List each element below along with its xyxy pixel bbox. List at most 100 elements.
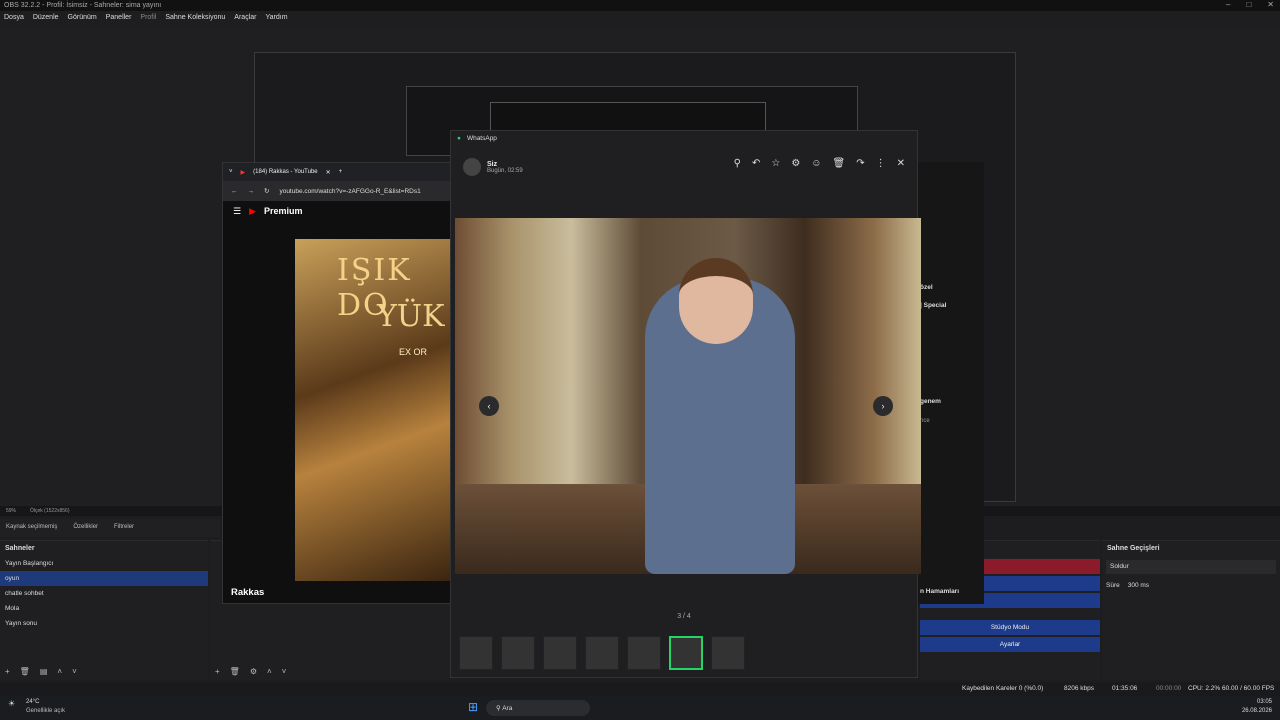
forward-icon[interactable]: ↷ bbox=[856, 158, 864, 169]
studio-mode-button[interactable]: Stüdyo Modu bbox=[920, 620, 1100, 635]
filters-button[interactable]: Filtreler bbox=[114, 524, 134, 532]
search-icon: ⚲ bbox=[496, 705, 501, 712]
duration-input[interactable]: 300 ms bbox=[1128, 582, 1149, 589]
panel-label: n Hamamları bbox=[920, 588, 960, 595]
media-header: Siz Bugün, 02:59 ⚲ ↶ ☆ ⚙ ☺ 🗑 ↷ ⋮ ✕ bbox=[451, 145, 917, 189]
properties-button[interactable]: Özellikler bbox=[73, 524, 98, 532]
zoom-icon[interactable]: ⚲ bbox=[734, 158, 741, 169]
scene-item-selected[interactable]: oyun bbox=[0, 571, 208, 586]
add-icon[interactable]: + bbox=[215, 667, 220, 676]
media-thumbnail[interactable] bbox=[711, 636, 745, 670]
clock-date[interactable]: 26.08.2026 bbox=[1242, 708, 1272, 714]
avatar[interactable] bbox=[463, 158, 481, 176]
back-icon[interactable]: ← bbox=[231, 188, 238, 195]
close-icon[interactable]: ✕ bbox=[897, 158, 905, 169]
browser-window: ˅ ▶ (184) Rakkas - YouTube ✕ + ← → ↻ you… bbox=[222, 162, 453, 604]
filter-icon[interactable]: ▤ bbox=[40, 667, 48, 676]
sender-name: Siz bbox=[487, 160, 498, 168]
scene-item[interactable]: Yayın sonu bbox=[0, 616, 208, 631]
reload-icon[interactable]: ↻ bbox=[264, 187, 269, 195]
song-title[interactable]: Rakkas bbox=[231, 587, 264, 598]
chevron-down-icon[interactable]: ˅ bbox=[282, 667, 287, 676]
chevron-down-icon[interactable]: ˅ bbox=[72, 667, 77, 676]
media-thumbnail[interactable] bbox=[543, 636, 577, 670]
trash-icon[interactable]: 🗑 bbox=[230, 667, 240, 676]
search-label: Ara bbox=[502, 705, 513, 712]
menu-item-dosya[interactable]: Dosya bbox=[4, 14, 24, 23]
previous-icon[interactable]: ‹ bbox=[479, 396, 499, 416]
maximize-icon[interactable]: □ bbox=[1246, 0, 1251, 9]
whatsapp-title: WhatsApp bbox=[466, 134, 497, 142]
url-field[interactable]: youtube.com/watch?v=-zAFGGo-R_E&list=RDs… bbox=[279, 188, 420, 195]
whatsapp-logo-icon: ● bbox=[457, 134, 461, 142]
album-text-2: YÜK bbox=[377, 299, 445, 334]
media-toolbar: ⚲ ↶ ☆ ⚙ ☺ 🗑 ↷ ⋮ ✕ bbox=[734, 158, 905, 169]
window-title: OBS 32.2.2 - Profil: İsimsiz - Sahneler:… bbox=[0, 0, 1280, 11]
media-thumbnail[interactable] bbox=[669, 636, 703, 670]
menu-bar: Dosya Düzenle Görünüm Paneller Profil Sa… bbox=[0, 11, 1280, 26]
menu-item-sahne-koleksiyonu[interactable]: Sahne Koleksiyonu bbox=[165, 14, 225, 23]
forward-icon[interactable]: → bbox=[248, 188, 255, 195]
taskbar: ☀ 24°C Genellikle açık ⊞ ⚲ Ara 03:05 26.… bbox=[0, 696, 1280, 720]
premium-label: Premium bbox=[264, 206, 303, 216]
media-thumbnail[interactable] bbox=[459, 636, 493, 670]
zoom-level[interactable]: 59% bbox=[6, 508, 16, 514]
chevron-up-icon[interactable]: ˄ bbox=[57, 667, 62, 676]
scene-item[interactable]: chatle sohbet bbox=[0, 586, 208, 601]
duration-row: Süre 300 ms bbox=[1102, 578, 1280, 593]
sent-time: Bugün, 02:59 bbox=[487, 167, 523, 174]
start-icon[interactable]: ⊞ bbox=[468, 700, 478, 714]
media-thumbnail[interactable] bbox=[585, 636, 619, 670]
thumbnail-strip bbox=[459, 636, 745, 670]
clock-time[interactable]: 03:05 bbox=[1257, 699, 1272, 705]
weather-icon[interactable]: ☀ bbox=[8, 699, 15, 708]
transition-select[interactable]: Soldur bbox=[1106, 560, 1276, 574]
tab-list-icon[interactable]: ˅ bbox=[229, 169, 233, 175]
menu-item-gorunum[interactable]: Görünüm bbox=[68, 14, 97, 23]
chevron-up-icon[interactable]: ˄ bbox=[267, 667, 272, 676]
close-icon[interactable]: ✕ bbox=[1267, 0, 1274, 9]
minimize-icon[interactable]: – bbox=[1226, 0, 1230, 9]
star-icon[interactable]: ☆ bbox=[771, 158, 780, 169]
new-tab-icon[interactable]: + bbox=[339, 169, 343, 175]
close-tab-icon[interactable]: ✕ bbox=[326, 169, 331, 176]
whatsapp-window: ● WhatsApp Siz Bugün, 02:59 ⚲ ↶ ☆ ⚙ ☺ 🗑 … bbox=[450, 130, 921, 678]
menu-item-yardim[interactable]: Yardım bbox=[265, 14, 287, 23]
menu-icon[interactable]: ☰ bbox=[233, 206, 241, 217]
album-cover[interactable]: IŞIK DO YÜK EX OR bbox=[295, 239, 453, 581]
scene-item[interactable]: Mola bbox=[0, 601, 208, 616]
menu-item-araclar[interactable]: Araçlar bbox=[234, 14, 256, 23]
duration-label: Süre bbox=[1106, 582, 1120, 589]
media-counter: 3 / 4 bbox=[677, 613, 691, 620]
gear-icon[interactable]: ⚙ bbox=[250, 667, 257, 676]
media-thumbnail[interactable] bbox=[627, 636, 661, 670]
emoji-icon[interactable]: ☺ bbox=[811, 158, 821, 169]
search-box[interactable]: ⚲ Ara bbox=[486, 700, 590, 716]
browser-right-panel: özel | Special genem nce n Hamamları bbox=[918, 162, 984, 604]
transitions-dock: Sahne Geçişleri Soldur Süre 300 ms bbox=[1102, 540, 1280, 680]
scenes-dock: Sahneler Yayın Başlangıcı oyun chatle so… bbox=[0, 540, 208, 680]
delete-icon[interactable]: 🗑 bbox=[833, 158, 846, 169]
menu-item-profil[interactable]: Profil bbox=[140, 14, 156, 23]
menu-item-duzenle[interactable]: Düzenle bbox=[33, 14, 59, 23]
scenes-title: Sahneler bbox=[5, 545, 35, 552]
window-controls: – □ ✕ bbox=[1226, 0, 1274, 9]
reply-icon[interactable]: ↶ bbox=[752, 158, 760, 169]
status-bar: Kaybedilen Kareler 0 (%0.0) 8206 kbps 01… bbox=[0, 682, 1280, 696]
add-icon[interactable]: + bbox=[5, 667, 10, 676]
panel-label: genem bbox=[920, 398, 941, 405]
pin-icon[interactable]: ⚙ bbox=[791, 158, 800, 169]
trash-icon[interactable]: 🗑 bbox=[20, 667, 30, 676]
settings-button[interactable]: Ayarlar bbox=[920, 637, 1100, 652]
youtube-logo-icon[interactable]: ▶ bbox=[249, 206, 256, 217]
media-thumbnail[interactable] bbox=[501, 636, 535, 670]
canvas-size: Ölçek (1522x856) bbox=[30, 508, 70, 514]
whatsapp-titlebar: ● WhatsApp bbox=[451, 131, 917, 145]
media-photo[interactable] bbox=[455, 218, 921, 574]
browser-tab-strip: ˅ ▶ (184) Rakkas - YouTube ✕ + bbox=[223, 163, 451, 181]
next-icon[interactable]: › bbox=[873, 396, 893, 416]
scene-item[interactable]: Yayın Başlangıcı bbox=[0, 556, 208, 571]
more-icon[interactable]: ⋮ bbox=[876, 158, 886, 169]
browser-tab[interactable]: (184) Rakkas - YouTube bbox=[253, 169, 317, 175]
menu-item-paneller[interactable]: Paneller bbox=[106, 14, 132, 23]
